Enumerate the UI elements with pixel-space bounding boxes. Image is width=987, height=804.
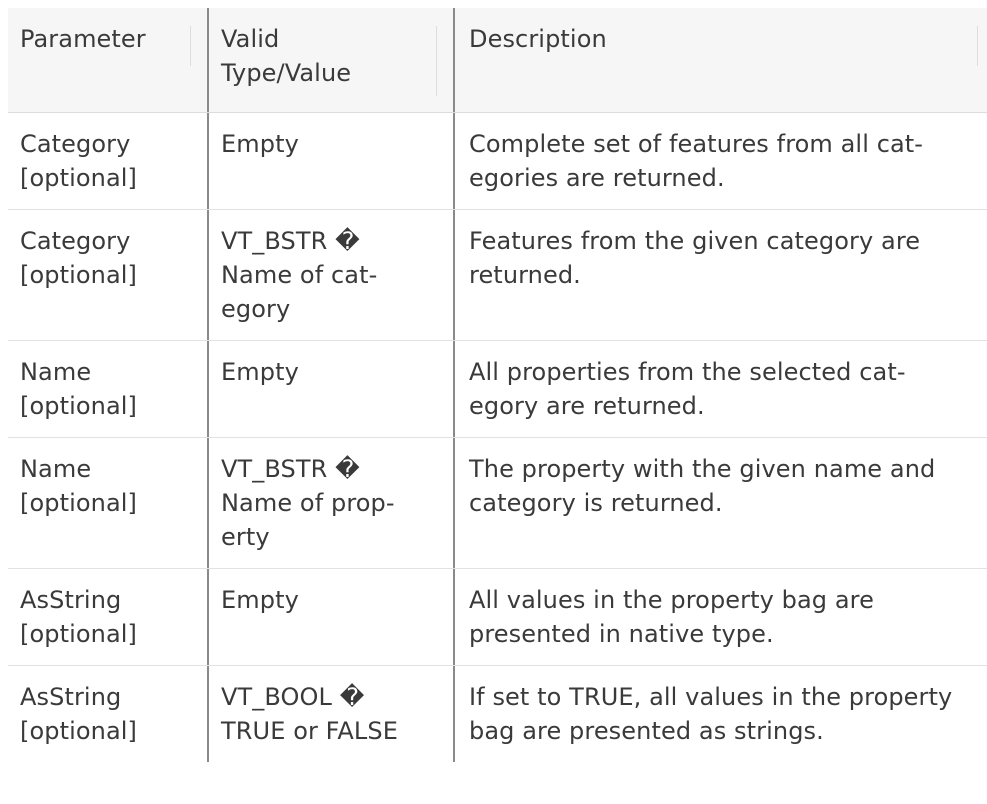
table-header-row: Parameter Valid Type/Value Description: [8, 8, 987, 113]
header-parameter-text: Parameter: [20, 25, 146, 53]
cell-parameter: AsString [optional]: [8, 569, 207, 665]
header-divider: [436, 26, 437, 96]
parameter-optional: [optional]: [20, 164, 137, 192]
valid-line: egory: [221, 295, 291, 323]
cell-valid: Empty: [207, 569, 453, 665]
parameter-name: Name: [20, 455, 92, 483]
cell-valid: Empty: [207, 113, 453, 209]
description-line: returned.: [469, 261, 581, 289]
table-row: Category [optional] Empty Complete set o…: [8, 113, 987, 210]
header-description: Description: [453, 8, 987, 112]
description-line: egory are returned.: [469, 392, 705, 420]
valid-line: VT_BSTR �: [221, 455, 360, 483]
cell-parameter: Category [optional]: [8, 113, 207, 209]
parameter-name: AsString: [20, 683, 122, 711]
valid-line: VT_BOOL �: [221, 683, 365, 711]
description-line: All values in the property bag are: [469, 586, 874, 614]
parameter-optional: [optional]: [20, 392, 137, 420]
header-description-text: Description: [469, 25, 607, 53]
cell-valid: VT_BSTR � Name of prop- erty: [207, 438, 453, 568]
header-valid-type: Valid Type/Value: [207, 8, 453, 112]
cell-valid: Empty: [207, 341, 453, 437]
cell-description: Features from the given category are ret…: [453, 210, 987, 340]
cell-parameter: Name [optional]: [8, 341, 207, 437]
table-row: AsString [optional] Empty All values in …: [8, 569, 987, 666]
description-line: All properties from the selected cat-: [469, 358, 906, 386]
parameter-optional: [optional]: [20, 717, 137, 745]
cell-parameter: Name [optional]: [8, 438, 207, 568]
header-divider: [977, 26, 978, 66]
description-line: bag are presented as strings.: [469, 717, 824, 745]
header-parameter: Parameter: [8, 8, 207, 112]
cell-description: Complete set of features from all cat- e…: [453, 113, 987, 209]
valid-line: TRUE or FALSE: [221, 717, 398, 745]
valid-line: VT_BSTR �: [221, 227, 360, 255]
parameter-optional: [optional]: [20, 620, 137, 648]
cell-description: All values in the property bag are prese…: [453, 569, 987, 665]
description-line: presented in native type.: [469, 620, 774, 648]
table-row: Category [optional] VT_BSTR � Name of ca…: [8, 210, 987, 341]
header-valid-line-1: Valid: [221, 25, 280, 53]
cell-description: All properties from the selected cat- eg…: [453, 341, 987, 437]
cell-parameter: Category [optional]: [8, 210, 207, 340]
cell-parameter: AsString [optional]: [8, 666, 207, 762]
valid-line: erty: [221, 523, 270, 551]
parameter-optional: [optional]: [20, 489, 137, 517]
description-line: If set to TRUE, all values in the proper…: [469, 683, 953, 711]
parameter-name: Name: [20, 358, 92, 386]
parameter-name: AsString: [20, 586, 122, 614]
cell-valid: VT_BOOL � TRUE or FALSE: [207, 666, 453, 762]
description-line: egories are returned.: [469, 164, 725, 192]
description-line: Complete set of features from all cat-: [469, 130, 924, 158]
cell-valid: VT_BSTR � Name of cat- egory: [207, 210, 453, 340]
description-line: The property with the given name and: [469, 455, 936, 483]
parameters-table: Parameter Valid Type/Value Description C…: [8, 8, 987, 762]
table-row: AsString [optional] VT_BOOL � TRUE or FA…: [8, 666, 987, 762]
valid-line: Name of prop-: [221, 489, 395, 517]
header-divider: [190, 26, 191, 66]
valid-line: Empty: [221, 358, 299, 386]
table-row: Name [optional] Empty All properties fro…: [8, 341, 987, 438]
table-row: Name [optional] VT_BSTR � Name of prop- …: [8, 438, 987, 569]
cell-description: The property with the given name and cat…: [453, 438, 987, 568]
description-line: Features from the given category are: [469, 227, 921, 255]
parameter-name: Category: [20, 227, 131, 255]
valid-line: Empty: [221, 130, 299, 158]
valid-line: Name of cat-: [221, 261, 378, 289]
parameter-name: Category: [20, 130, 131, 158]
valid-line: Empty: [221, 586, 299, 614]
description-line: category is returned.: [469, 489, 723, 517]
header-valid-line-2: Type/Value: [221, 59, 352, 87]
parameter-optional: [optional]: [20, 261, 137, 289]
cell-description: If set to TRUE, all values in the proper…: [453, 666, 987, 762]
